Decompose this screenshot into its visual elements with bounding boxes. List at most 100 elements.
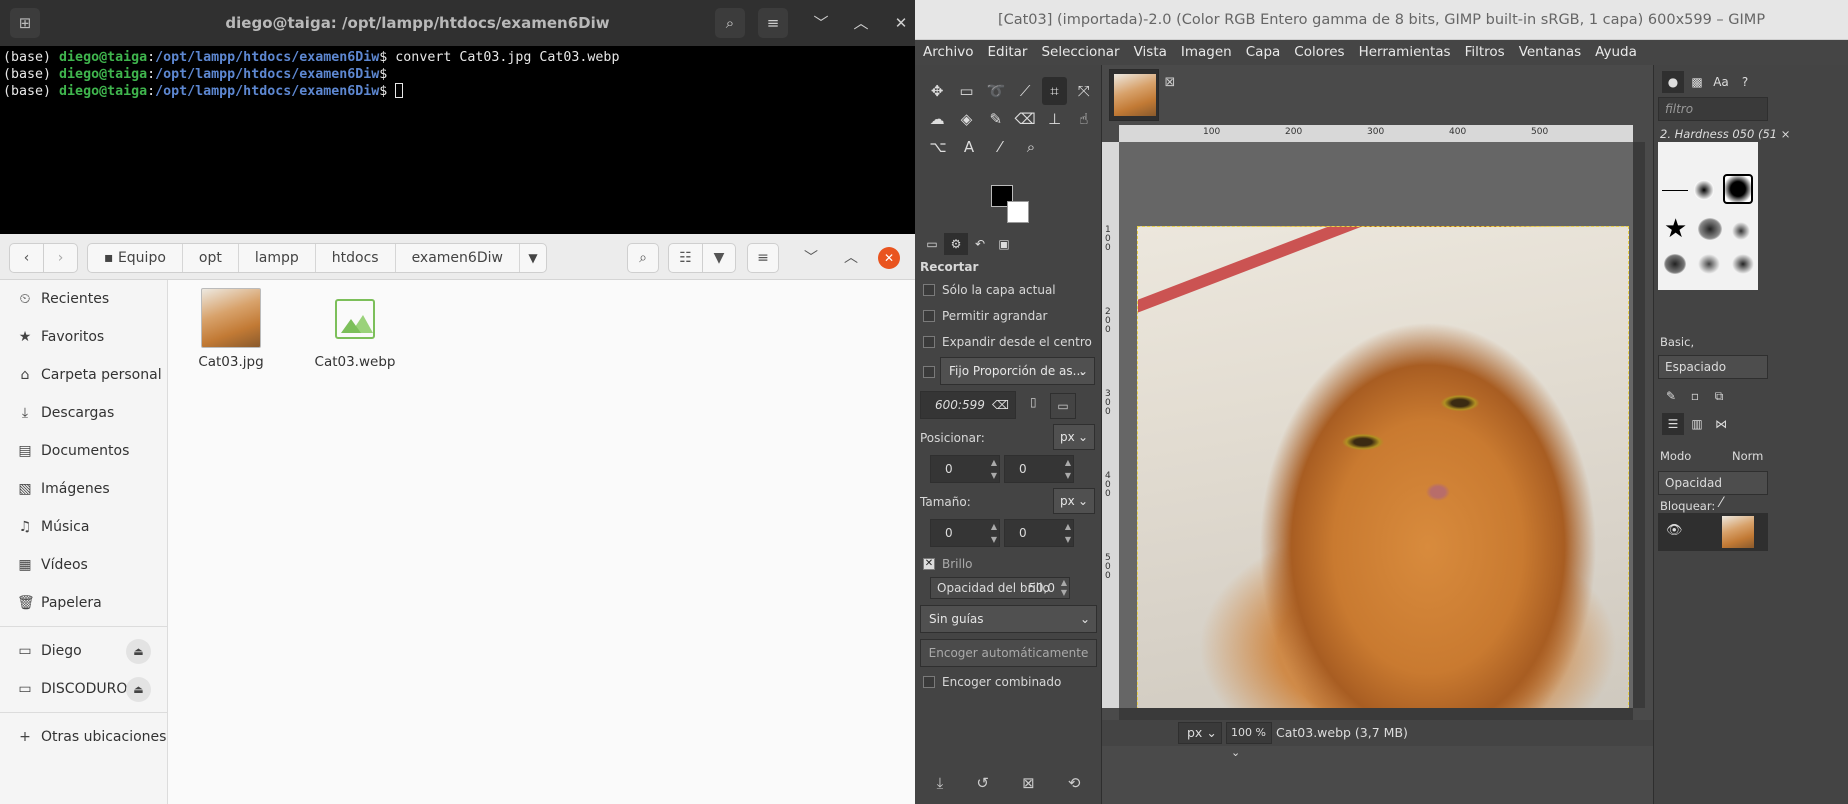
search-icon[interactable]: ⌕ (715, 8, 745, 38)
tool-options-tab-icon[interactable]: ⚙ (944, 233, 968, 255)
text-tool-icon[interactable]: A (956, 133, 982, 161)
position-unit-dropdown[interactable]: px ⌄ (1053, 424, 1095, 450)
zoom-dropdown[interactable]: 100 % ⌄ (1226, 722, 1272, 759)
sidebar-item-descargas[interactable]: ⤓ Descargas (0, 394, 167, 432)
paths-tab-icon[interactable]: ⋈ (1710, 413, 1732, 435)
spin-arrows-icon[interactable]: ▲ ▼ (1065, 456, 1071, 482)
image-tab[interactable] (1109, 69, 1159, 121)
smudge-icon[interactable]: ☝ (1072, 105, 1096, 133)
menu-herramientas[interactable]: Herramientas (1359, 40, 1451, 65)
shrink-merged-checkbox[interactable]: Encoger combinado (920, 669, 1097, 695)
images-tab-icon[interactable]: ▣ (992, 233, 1016, 255)
close-icon[interactable]: ✕ (878, 247, 900, 269)
eraser-icon[interactable]: ⌫ (1013, 105, 1037, 133)
brush-grid[interactable]: ★ (1658, 142, 1758, 290)
unit-dropdown[interactable]: px ⌄ (1178, 722, 1222, 744)
duplicate-brush-icon[interactable]: ⧉ (1708, 385, 1730, 407)
breadcrumb-htdocs[interactable]: htdocs (316, 244, 396, 272)
sidebar-item-favoritos[interactable]: ★ Favoritos (0, 318, 167, 356)
size-unit-dropdown[interactable]: px ⌄ (1053, 488, 1095, 514)
minimize-icon[interactable]: ﹀ (798, 245, 824, 271)
color-picker-icon[interactable]: ⁄ (987, 133, 1013, 161)
spin-arrows-icon[interactable]: ▲ ▼ (1061, 578, 1067, 598)
breadcrumb-lampp[interactable]: lampp (239, 244, 316, 272)
lock-pixels-icon[interactable]: ⁄ (1720, 495, 1722, 511)
device-status-icon[interactable]: ▭ (920, 233, 944, 255)
breadcrumb-equipo[interactable]: ▪ Equipo (88, 244, 183, 272)
breadcrumb-examen6diw[interactable]: examen6Diw (396, 244, 520, 272)
sidebar-item-videos[interactable]: ▦ Vídeos (0, 546, 167, 584)
menu-ventanas[interactable]: Ventanas (1519, 40, 1581, 65)
brush-filter-input[interactable]: filtro (1658, 97, 1768, 121)
crop-tool-icon[interactable]: ⌗ (1042, 77, 1067, 105)
canvas[interactable] (1119, 142, 1633, 720)
file-item-cat03-webp[interactable]: Cat03.webp (290, 288, 420, 370)
reset-options-icon[interactable]: ⟲ (1068, 768, 1081, 798)
spin-arrows-icon[interactable]: ▲ ▼ (991, 456, 997, 482)
back-button[interactable]: ‹ (9, 243, 44, 273)
aspect-ratio-field[interactable]: 600:599 ⌫ (920, 391, 1016, 419)
forward-button[interactable]: › (43, 243, 78, 273)
expand-center-checkbox[interactable]: Expandir desde el centro (920, 329, 1097, 355)
chevron-down-icon[interactable]: ▼ (520, 244, 546, 272)
landscape-icon[interactable]: ▭ (1050, 393, 1076, 419)
sidebar-item-carpeta-personal[interactable]: ⌂ Carpeta personal (0, 356, 167, 394)
size-y-field[interactable]: 0 ▲ ▼ (1004, 519, 1074, 547)
new-brush-icon[interactable]: ▫ (1684, 385, 1706, 407)
menu-seleccionar[interactable]: Seleccionar (1041, 40, 1119, 65)
edit-brush-icon[interactable]: ✎ (1660, 385, 1682, 407)
sidebar-item-musica[interactable]: ♫ Música (0, 508, 167, 546)
fixed-aspect-dropdown[interactable]: Fijo Proporción de as... ⌄ (940, 357, 1095, 385)
fg-bg-colors[interactable] (991, 185, 1037, 225)
breadcrumb-opt[interactable]: opt (183, 244, 239, 272)
menu-colores[interactable]: Colores (1294, 40, 1344, 65)
brushes-tab-icon[interactable]: ● (1662, 71, 1684, 93)
guides-dropdown[interactable]: Sin guías ⌄ (920, 605, 1097, 633)
menu-editar[interactable]: Editar (987, 40, 1027, 65)
menu-filtros[interactable]: Filtros (1465, 40, 1505, 65)
transform-icon[interactable]: ⤧ (1072, 77, 1096, 105)
spin-arrows-icon[interactable]: ▲ ▼ (1065, 520, 1071, 546)
paths-icon[interactable]: ⌥ (925, 133, 951, 161)
close-image-icon[interactable]: ⊠ (1160, 71, 1180, 95)
menu-capa[interactable]: Capa (1246, 40, 1281, 65)
allow-grow-checkbox[interactable]: Permitir agrandar (920, 303, 1097, 329)
menu-vista[interactable]: Vista (1134, 40, 1167, 65)
sidebar-item-imagenes[interactable]: ▧ Imágenes (0, 470, 167, 508)
terminal-output[interactable]: (base) diego@taiga:/opt/lampp/htdocs/exa… (0, 46, 915, 103)
auto-shrink-button[interactable]: Encoger automáticamente (920, 639, 1097, 667)
patterns-tab-icon[interactable]: ▩ (1686, 71, 1708, 93)
bucket-fill-icon[interactable]: ◈ (954, 105, 978, 133)
clone-icon[interactable]: ⊥ (1042, 105, 1066, 133)
view-list-icon[interactable]: ☷ (668, 243, 703, 273)
layers-tab-icon[interactable]: ☰ (1662, 413, 1684, 435)
paintbrush-icon[interactable]: ✎ (984, 105, 1008, 133)
hamburger-menu-icon[interactable]: ≡ (758, 8, 788, 38)
layer-row[interactable]: 👁 (1658, 513, 1768, 551)
vertical-scrollbar[interactable] (1633, 142, 1645, 708)
sidebar-item-recientes[interactable]: ⏲ Recientes (0, 280, 167, 318)
move-tool-icon[interactable]: ✥ (925, 77, 949, 105)
minimize-icon[interactable]: ﹀ (806, 8, 836, 38)
highlight-opacity-slider[interactable]: Opacidad del brillo 50,0 ▲ ▼ (930, 577, 1070, 599)
lasso-icon[interactable]: ➰ (984, 77, 1008, 105)
maximize-icon[interactable]: ︿ (838, 245, 864, 271)
restore-options-icon[interactable]: ↺ (976, 768, 989, 798)
eye-icon[interactable]: 👁 (1666, 523, 1683, 538)
horizontal-scrollbar[interactable] (1119, 708, 1633, 720)
file-manager-window[interactable]: ‹ › ▪ Equipo opt lampp htdocs examen6Diw… (0, 234, 915, 804)
eject-icon[interactable]: ⏏ (126, 677, 151, 702)
maximize-icon[interactable]: ︿ (846, 8, 876, 38)
zoom-icon[interactable]: ⌕ (1018, 133, 1044, 161)
menu-ayuda[interactable]: Ayuda (1595, 40, 1637, 65)
position-x-field[interactable]: 0 ▲ ▼ (930, 455, 1000, 483)
position-y-field[interactable]: 0 ▲ ▼ (1004, 455, 1074, 483)
sidebar-item-diego[interactable]: ▭ Diego ⏏ (0, 632, 167, 670)
save-options-icon[interactable]: ⤓ (937, 768, 944, 798)
rect-select-icon[interactable]: ▭ (954, 77, 978, 105)
gimp-window[interactable]: [Cat03] (importada)-2.0 (Color RGB Enter… (915, 0, 1848, 804)
fonts-tab-icon[interactable]: Aa (1710, 71, 1732, 93)
terminal-window[interactable]: ⊞ diego@taiga: /opt/lampp/htdocs/examen6… (0, 0, 915, 234)
size-x-field[interactable]: 0 ▲ ▼ (930, 519, 1000, 547)
channels-tab-icon[interactable]: ▥ (1686, 413, 1708, 435)
